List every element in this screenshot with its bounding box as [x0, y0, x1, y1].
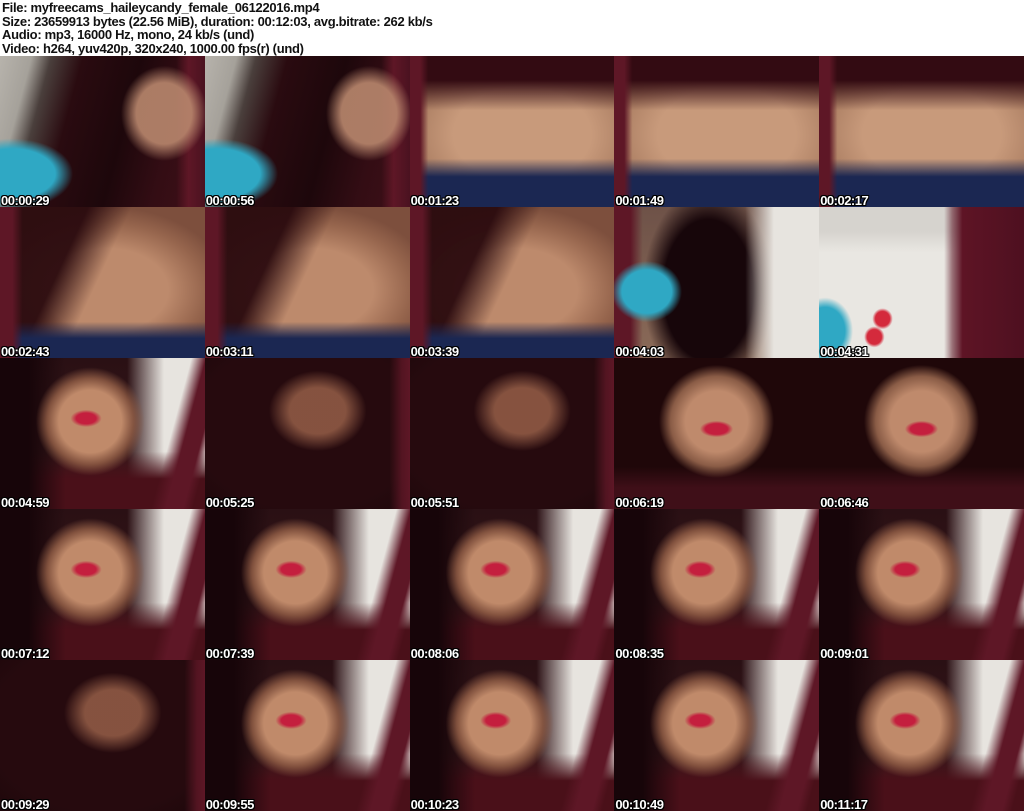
timestamp-overlay: 00:11:17	[820, 797, 868, 811]
video-thumbnail[interactable]: 00:04:31	[819, 207, 1024, 358]
timestamp-overlay: 00:09:55	[205, 797, 255, 811]
file-info-line-video: Video: h264, yuv420p, 320x240, 1000.00 f…	[2, 40, 304, 56]
timestamp-overlay: 00:06:46	[820, 495, 869, 509]
timestamp-overlay: 00:04:03	[615, 344, 664, 358]
video-thumbnail[interactable]: 00:09:55	[204, 660, 410, 811]
video-thumbnail[interactable]: 00:03:11	[204, 207, 410, 358]
timestamp-overlay: 00:10:23	[410, 797, 460, 811]
video-contact-sheet: File: myfreecams_haileycandy_female_0612…	[0, 0, 1024, 811]
file-info-line-file: File: myfreecams_haileycandy_female_0612…	[2, 0, 320, 15]
video-thumbnail[interactable]: 00:09:29	[0, 660, 205, 811]
timestamp-overlay: 00:01:23	[410, 193, 460, 207]
timestamp-overlay: 00:07:12	[1, 646, 50, 660]
timestamp-overlay: 00:10:49	[615, 797, 664, 811]
timestamp-overlay: 00:03:39	[410, 344, 460, 358]
video-thumbnail[interactable]: 00:03:39	[409, 207, 615, 358]
video-thumbnail[interactable]: 00:07:39	[204, 509, 410, 660]
file-info-line-size: Size: 23659913 bytes (22.56 MiB), durati…	[2, 13, 433, 29]
timestamp-overlay: 00:01:49	[615, 193, 664, 207]
video-thumbnail[interactable]: 00:00:56	[204, 56, 410, 207]
video-thumbnail[interactable]: 00:09:01	[819, 509, 1024, 660]
video-thumbnail[interactable]: 00:11:17	[819, 660, 1024, 811]
video-thumbnail[interactable]: 00:05:51	[409, 358, 615, 509]
video-thumbnail[interactable]: 00:02:17	[819, 56, 1024, 207]
video-thumbnail[interactable]: 00:05:25	[204, 358, 410, 509]
timestamp-overlay: 00:05:25	[205, 495, 255, 509]
video-thumbnail[interactable]: 00:02:43	[0, 207, 205, 358]
video-thumbnail[interactable]: 00:08:35	[614, 509, 820, 660]
video-thumbnail[interactable]: 00:04:03	[614, 207, 820, 358]
video-thumbnail[interactable]: 00:07:12	[0, 509, 205, 660]
video-thumbnail[interactable]: 00:10:23	[409, 660, 615, 811]
timestamp-overlay: 00:06:19	[615, 495, 664, 509]
timestamp-overlay: 00:02:43	[1, 344, 50, 358]
video-thumbnail[interactable]: 00:08:06	[409, 509, 615, 660]
timestamp-overlay: 00:02:17	[820, 193, 869, 207]
video-thumbnail[interactable]: 00:01:49	[614, 56, 820, 207]
file-info-line-audio: Audio: mp3, 16000 Hz, mono, 24 kb/s (und…	[2, 27, 255, 42]
timestamp-overlay: 00:00:29	[1, 193, 50, 207]
timestamp-overlay: 00:00:56	[205, 193, 255, 207]
timestamp-overlay: 00:09:29	[1, 797, 50, 811]
timestamp-overlay: 00:08:35	[615, 646, 664, 660]
timestamp-overlay: 00:09:01	[820, 646, 869, 660]
video-thumbnail[interactable]: 00:06:19	[614, 358, 820, 509]
file-info-header: File: myfreecams_haileycandy_female_0612…	[0, 0, 1024, 56]
timestamp-overlay: 00:05:51	[410, 495, 460, 509]
thumbnail-grid: 00:00:29 00:00:56 00:01:23 00:01:49 00:0…	[0, 56, 1024, 811]
timestamp-overlay: 00:03:11	[205, 344, 254, 358]
video-thumbnail[interactable]: 00:01:23	[409, 56, 615, 207]
video-thumbnail[interactable]: 00:04:59	[0, 358, 205, 509]
video-thumbnail[interactable]: 00:06:46	[819, 358, 1024, 509]
video-thumbnail[interactable]: 00:00:29	[0, 56, 205, 207]
timestamp-overlay: 00:04:59	[1, 495, 50, 509]
video-thumbnail[interactable]: 00:10:49	[614, 660, 820, 811]
timestamp-overlay: 00:04:31	[820, 344, 869, 358]
timestamp-overlay: 00:07:39	[205, 646, 255, 660]
timestamp-overlay: 00:08:06	[410, 646, 460, 660]
